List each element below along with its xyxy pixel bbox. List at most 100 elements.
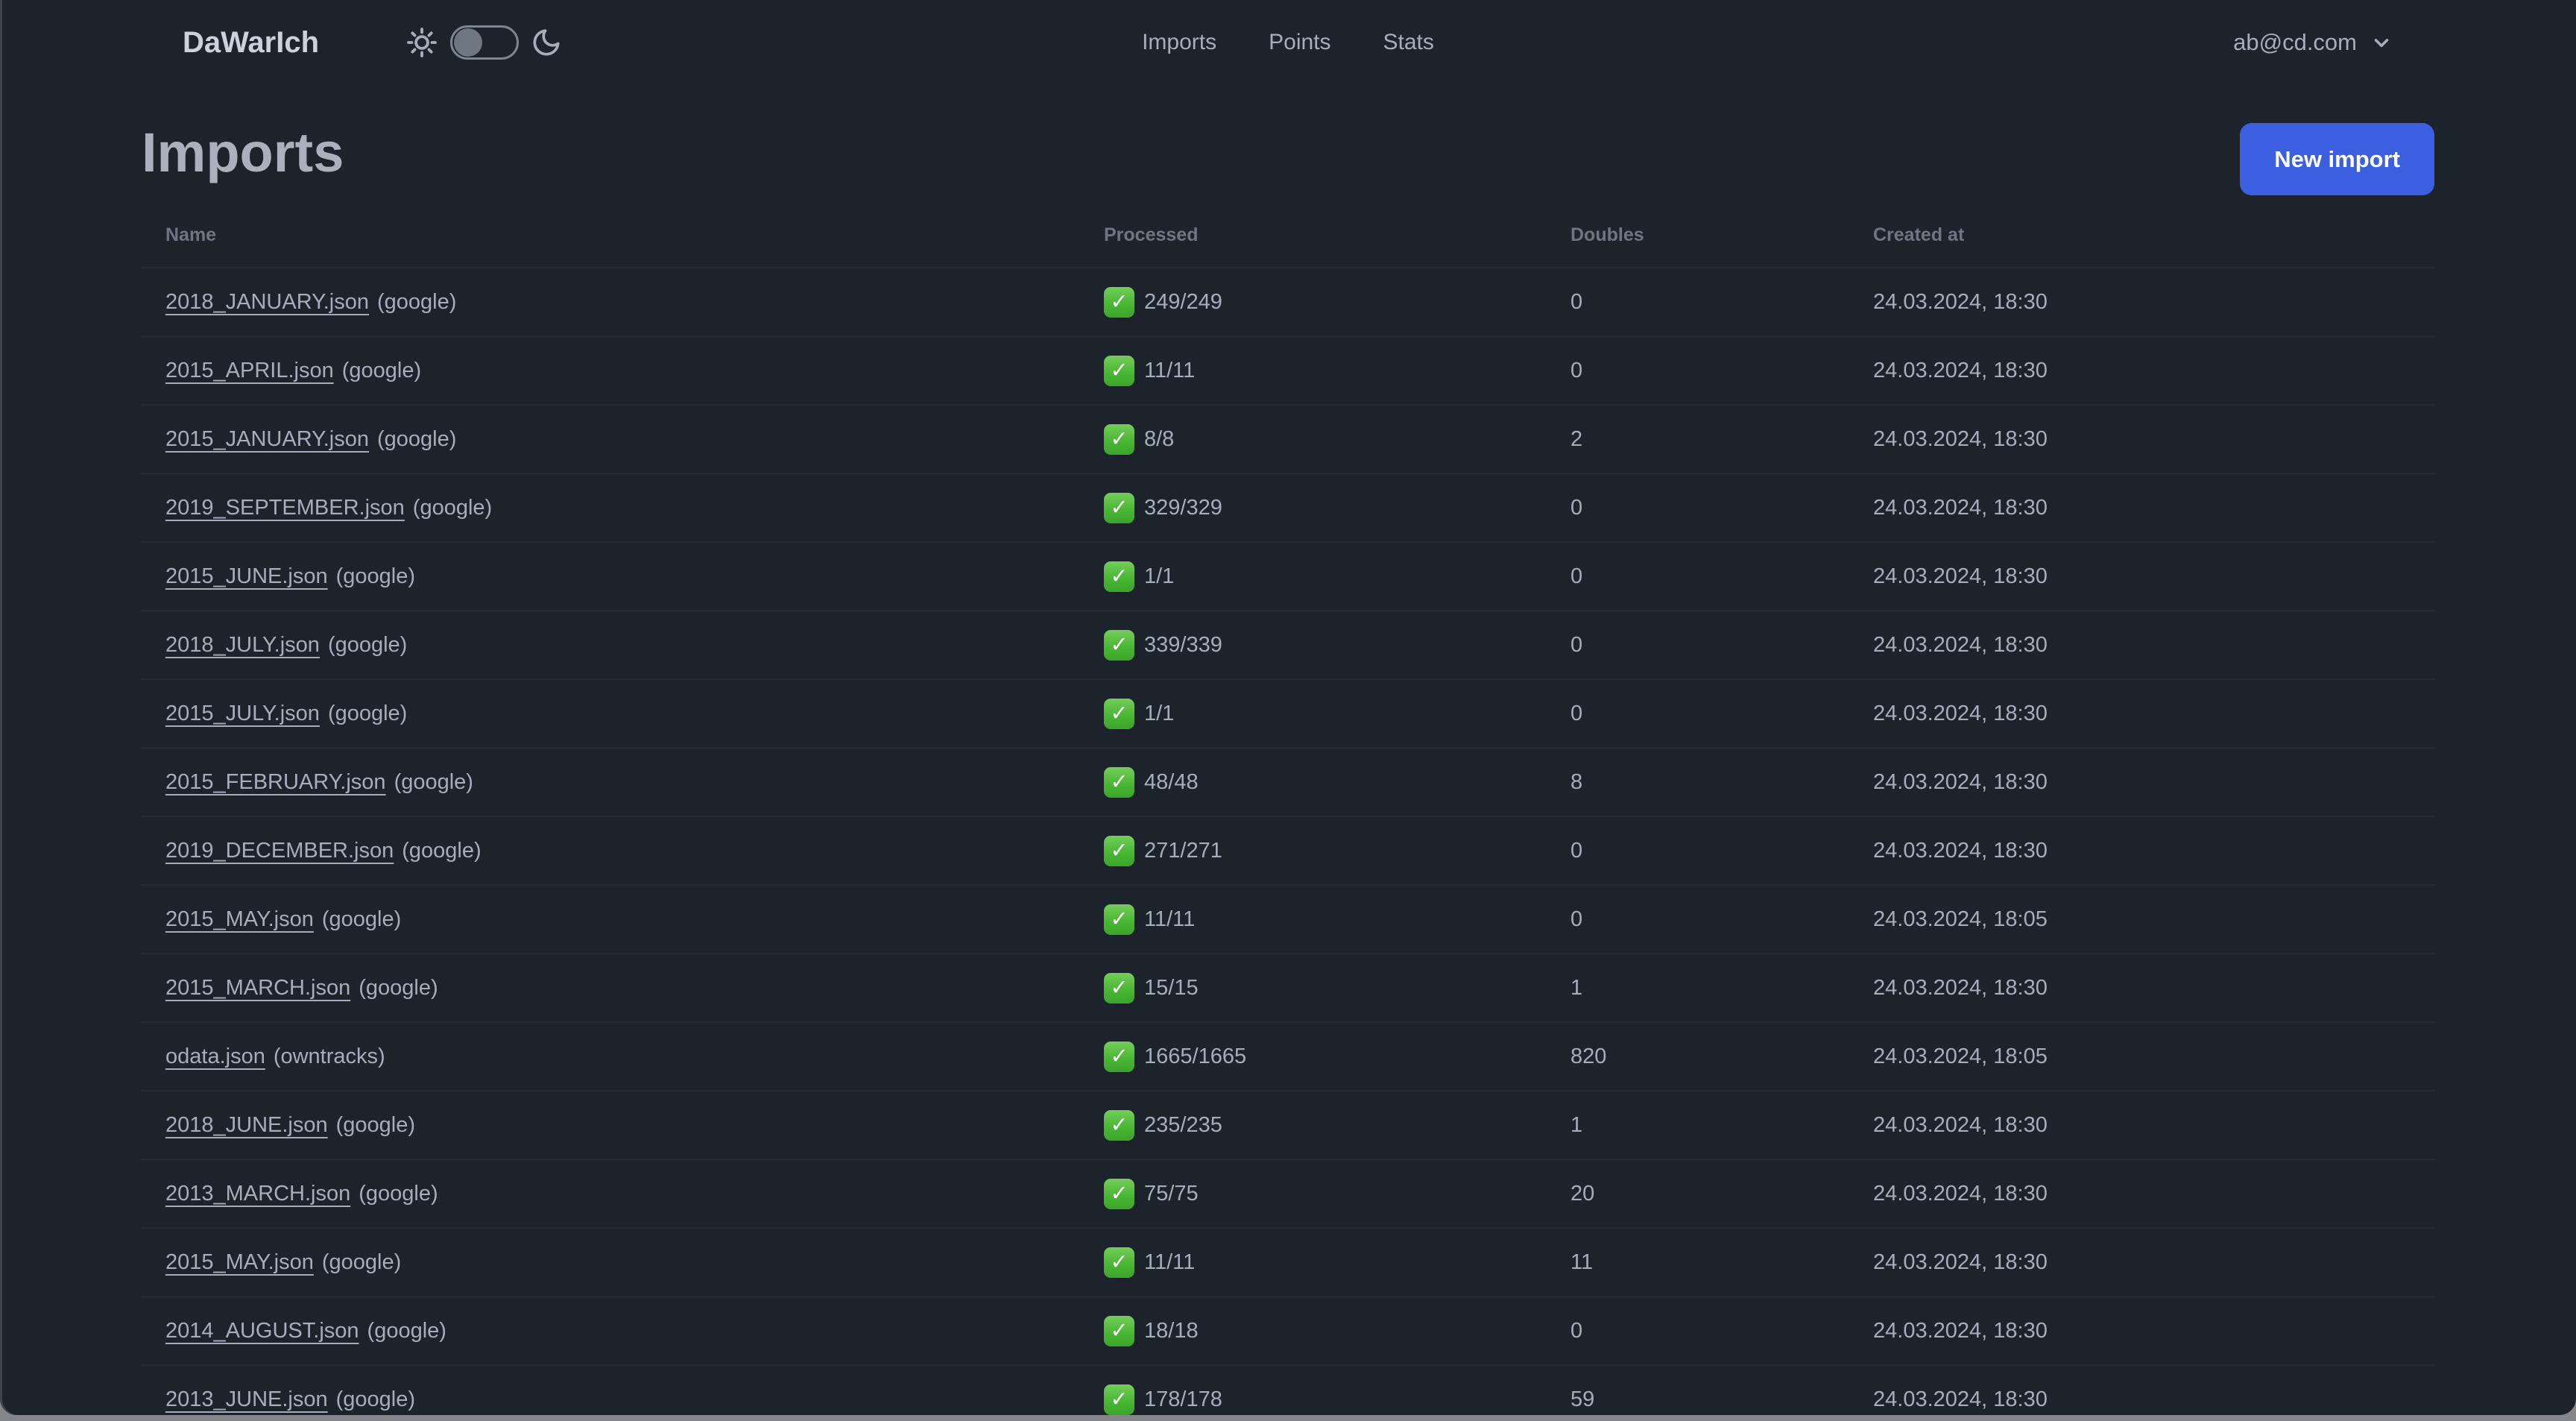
created-at: 24.03.2024, 18:30 <box>1873 495 2048 520</box>
check-mark-icon <box>1104 766 1134 798</box>
check-mark-icon <box>1104 972 1134 1003</box>
new-import-button[interactable]: New import <box>2240 123 2434 195</box>
processed-count: 1/1 <box>1144 564 1175 588</box>
import-file-link[interactable]: 2013_JUNE.json <box>165 1387 328 1412</box>
app-window: DaWarIch Imports Points Stats ab@cd.com … <box>0 0 2576 1415</box>
doubles-count: 8 <box>1570 769 1583 794</box>
table-row: odata.json (owntracks) 1665/1665 820 24.… <box>142 1023 2434 1091</box>
import-file-link[interactable]: 2019_SEPTEMBER.json <box>165 496 405 520</box>
doubles-count: 2 <box>1570 426 1583 451</box>
table-row: 2015_FEBRUARY.json (google) 48/48 8 24.0… <box>142 749 2434 817</box>
check-mark-icon <box>1104 1109 1134 1141</box>
main-nav: Imports Points Stats <box>1142 0 1434 85</box>
table-row: 2015_JUNE.json (google) 1/1 0 24.03.2024… <box>142 543 2434 611</box>
nav-link-imports[interactable]: Imports <box>1142 30 1216 55</box>
import-source-label: (google) <box>341 358 422 382</box>
import-source-label: (google) <box>359 975 438 1000</box>
created-at: 24.03.2024, 18:30 <box>1873 975 2048 1000</box>
page-title: Imports <box>142 122 344 183</box>
import-source-label: (google) <box>377 289 457 314</box>
import-source-label: (google) <box>335 1112 416 1137</box>
table-row: 2013_MARCH.json (google) 75/75 20 24.03.… <box>142 1160 2434 1229</box>
imports-table: Name Processed Doubles Created at 2018_J… <box>142 203 2434 1415</box>
app-logo[interactable]: DaWarIch <box>183 26 319 60</box>
table-row: 2014_AUGUST.json (google) 18/18 0 24.03.… <box>142 1297 2434 1366</box>
doubles-count: 0 <box>1570 358 1583 382</box>
created-at: 24.03.2024, 18:30 <box>1873 1250 2048 1274</box>
nav-link-stats[interactable]: Stats <box>1383 30 1434 55</box>
processed-count: 8/8 <box>1144 426 1175 451</box>
processed-count: 1665/1665 <box>1144 1044 1247 1068</box>
processed-count: 48/48 <box>1144 769 1199 794</box>
created-at: 24.03.2024, 18:05 <box>1873 1044 2048 1068</box>
table-row: 2015_JULY.json (google) 1/1 0 24.03.2024… <box>142 680 2434 749</box>
import-file-link[interactable]: 2015_JULY.json <box>165 702 320 726</box>
created-at: 24.03.2024, 18:30 <box>1873 632 2048 657</box>
processed-count: 11/11 <box>1144 358 1196 382</box>
doubles-count: 0 <box>1570 838 1583 863</box>
import-file-link[interactable]: 2018_JUNE.json <box>165 1113 328 1138</box>
processed-count: 329/329 <box>1144 495 1222 520</box>
import-source-label: (google) <box>335 1387 416 1411</box>
processed-count: 271/271 <box>1144 838 1222 863</box>
import-source-label: (google) <box>394 769 473 794</box>
import-source-label: (google) <box>327 632 408 657</box>
table-row: 2013_JUNE.json (google) 178/178 59 24.03… <box>142 1366 2434 1415</box>
import-source-label: (google) <box>367 1318 446 1343</box>
column-header-name: Name <box>165 224 217 245</box>
page-header: Imports New import <box>142 85 2434 195</box>
import-source-label: (google) <box>335 564 416 588</box>
processed-count: 235/235 <box>1144 1112 1222 1137</box>
import-file-link[interactable]: 2015_MAY.json <box>165 907 314 932</box>
check-mark-icon <box>1104 355 1134 386</box>
import-file-link[interactable]: 2015_FEBRUARY.json <box>165 770 386 795</box>
import-file-link[interactable]: 2015_JUNE.json <box>165 564 328 589</box>
processed-count: 15/15 <box>1144 975 1199 1000</box>
navbar: DaWarIch Imports Points Stats ab@cd.com <box>0 0 2576 85</box>
check-mark-icon <box>1104 1178 1134 1209</box>
created-at: 24.03.2024, 18:30 <box>1873 701 2048 725</box>
imports-page: Imports New import Name Processed Double… <box>0 85 2576 1415</box>
import-file-link[interactable]: odata.json <box>165 1045 265 1069</box>
theme-toggle-knob <box>454 28 483 57</box>
import-file-link[interactable]: 2018_JULY.json <box>165 633 320 658</box>
sun-icon <box>405 26 438 59</box>
import-file-link[interactable]: 2015_APRIL.json <box>165 359 334 383</box>
processed-count: 11/11 <box>1144 907 1196 931</box>
import-file-link[interactable]: 2015_MARCH.json <box>165 976 350 1001</box>
import-file-link[interactable]: 2018_JANUARY.json <box>165 290 369 315</box>
check-mark-icon <box>1104 629 1134 661</box>
table-body: 2018_JANUARY.json (google) 249/249 0 24.… <box>142 268 2434 1415</box>
theme-toggle[interactable] <box>450 25 520 60</box>
import-source-label: (google) <box>412 495 493 520</box>
import-source-label: (google) <box>377 426 457 451</box>
check-mark-icon <box>1104 423 1134 455</box>
doubles-count: 0 <box>1570 495 1583 520</box>
import-file-link[interactable]: 2015_JANUARY.json <box>165 427 369 452</box>
column-header-doubles: Doubles <box>1570 224 1644 245</box>
created-at: 24.03.2024, 18:05 <box>1873 907 2048 931</box>
check-mark-icon <box>1104 904 1134 935</box>
processed-count: 339/339 <box>1144 632 1222 657</box>
import-file-link[interactable]: 2015_MAY.json <box>165 1250 314 1275</box>
doubles-count: 20 <box>1570 1181 1595 1206</box>
user-menu[interactable]: ab@cd.com <box>2233 0 2393 85</box>
check-mark-icon <box>1104 698 1134 729</box>
nav-link-points[interactable]: Points <box>1269 30 1330 55</box>
import-file-link[interactable]: 2014_AUGUST.json <box>165 1319 359 1343</box>
doubles-count: 0 <box>1570 907 1583 931</box>
created-at: 24.03.2024, 18:30 <box>1873 426 2048 451</box>
import-source-label: (google) <box>359 1181 438 1206</box>
table-row: 2018_JULY.json (google) 339/339 0 24.03.… <box>142 611 2434 680</box>
created-at: 24.03.2024, 18:30 <box>1873 769 2048 794</box>
table-row: 2015_APRIL.json (google) 11/11 0 24.03.2… <box>142 337 2434 406</box>
chevron-down-icon <box>2370 31 2393 54</box>
import-file-link[interactable]: 2013_MARCH.json <box>165 1182 350 1206</box>
import-source-label: (owntracks) <box>273 1044 385 1068</box>
import-file-link[interactable]: 2019_DECEMBER.json <box>165 839 394 863</box>
doubles-count: 0 <box>1570 564 1583 588</box>
created-at: 24.03.2024, 18:30 <box>1873 1387 2048 1411</box>
created-at: 24.03.2024, 18:30 <box>1873 1112 2048 1137</box>
processed-count: 249/249 <box>1144 289 1222 314</box>
check-mark-icon <box>1104 492 1134 523</box>
